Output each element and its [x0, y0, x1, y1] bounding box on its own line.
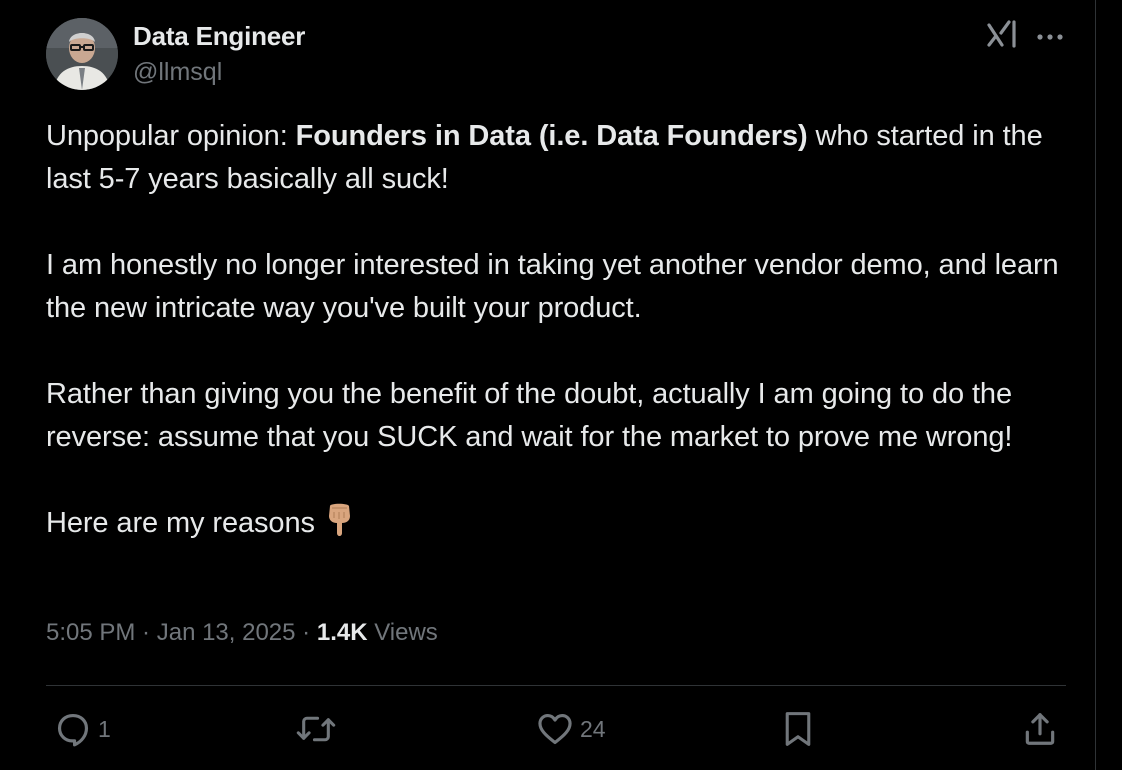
avatar[interactable]: [46, 18, 118, 90]
person-avatar-icon: [46, 18, 118, 90]
like-button[interactable]: 24: [536, 702, 606, 756]
reply-button[interactable]: 1: [54, 702, 111, 756]
share-icon: [1025, 713, 1055, 745]
tweet-card: Data Engineer @llmsql Unpopular opinion:…: [0, 0, 1096, 770]
grok-icon: [987, 20, 1016, 48]
share-button[interactable]: [1021, 702, 1065, 756]
views-count[interactable]: 1.4K: [317, 619, 368, 646]
tweet-paragraph-4: Here are my reasons: [46, 502, 1076, 545]
bookmark-icon: [785, 712, 811, 746]
repost-button[interactable]: [296, 702, 342, 756]
tweet-time[interactable]: 5:05 PM: [46, 619, 135, 646]
tweet-header: Data Engineer @llmsql: [46, 18, 1076, 92]
author-display-name[interactable]: Data Engineer: [133, 21, 305, 52]
tweet-metadata: 5:05 PM · Jan 13, 2025 · 1.4K Views: [46, 619, 438, 647]
meta-separator: ·: [295, 619, 317, 646]
grok-button[interactable]: [986, 18, 1020, 52]
more-options-icon: [1037, 34, 1063, 40]
heart-icon: [538, 713, 572, 745]
action-bar: 1 24: [46, 702, 1066, 756]
pointing-down-hand-icon: [328, 503, 350, 536]
more-options-button[interactable]: [1032, 22, 1068, 52]
repost-icon: [296, 716, 336, 742]
bookmark-button[interactable]: [779, 702, 823, 756]
tweet-paragraph-2: I am honestly no longer interested in ta…: [46, 249, 1059, 324]
views-label: Views: [367, 619, 438, 646]
tweet-paragraph-3: Rather than giving you the benefit of th…: [46, 378, 1013, 453]
tweet-text: Unpopular opinion: Founders in Data (i.e…: [46, 115, 1076, 588]
tweet-text-segment: Unpopular opinion:: [46, 120, 296, 152]
meta-separator: ·: [135, 619, 157, 646]
tweet-text-segment: Here are my reasons: [46, 507, 315, 539]
author-handle[interactable]: @llmsql: [133, 58, 222, 87]
tweet-text-bold: Founders in Data (i.e. Data Founders): [295, 120, 808, 152]
like-count: 24: [580, 715, 606, 742]
reply-icon: [57, 713, 89, 747]
tweet-paragraph-1: Unpopular opinion: Founders in Data (i.e…: [46, 115, 1076, 201]
reply-count: 1: [98, 715, 111, 742]
divider: [46, 685, 1066, 686]
tweet-date[interactable]: Jan 13, 2025: [157, 619, 296, 646]
